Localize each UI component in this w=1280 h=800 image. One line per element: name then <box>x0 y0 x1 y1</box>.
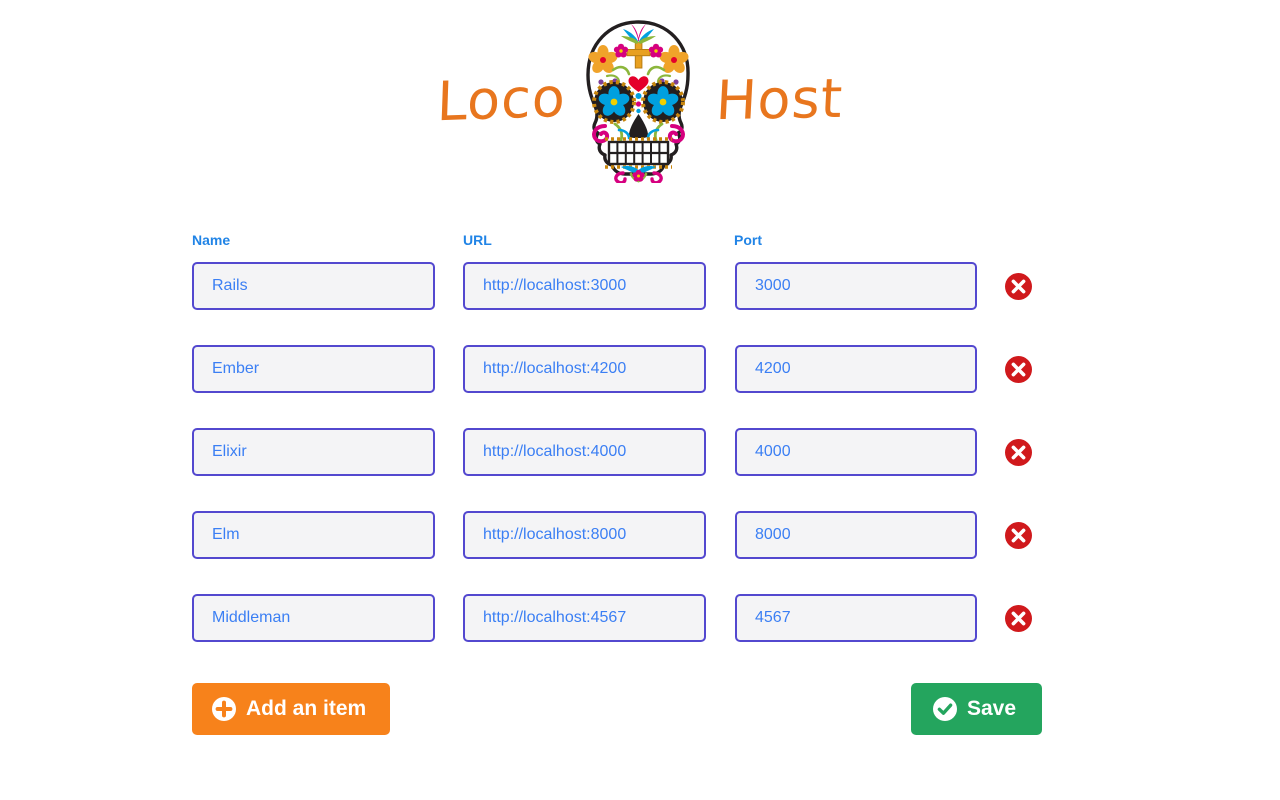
url-input[interactable] <box>463 345 706 393</box>
app-logo: Loco Host <box>0 0 1280 200</box>
check-circle-icon <box>932 697 957 721</box>
add-item-label: Add an item <box>246 697 367 720</box>
name-input[interactable] <box>192 345 435 393</box>
delete-circle-icon <box>1005 355 1032 383</box>
column-header-url: URL <box>463 232 492 248</box>
delete-circle-icon <box>1005 272 1032 300</box>
port-input[interactable] <box>735 428 977 476</box>
port-input[interactable] <box>735 345 977 393</box>
hosts-list <box>192 262 1092 642</box>
name-input[interactable] <box>192 594 435 642</box>
column-header-port: Port <box>734 232 762 248</box>
delete-row-button[interactable] <box>1005 438 1032 466</box>
delete-row-button[interactable] <box>1005 604 1032 632</box>
name-input[interactable] <box>192 511 435 559</box>
save-label: Save <box>966 697 1016 720</box>
delete-row-button[interactable] <box>1005 272 1032 300</box>
app-root: Loco Host Name URL Port Rails http://loc… <box>0 0 1280 800</box>
logo-text-loco: Loco <box>435 65 567 134</box>
url-input[interactable] <box>463 262 706 310</box>
column-header-name: Name <box>192 232 231 248</box>
plus-circle-icon <box>212 697 236 721</box>
delete-circle-icon <box>1005 438 1032 466</box>
delete-row-button[interactable] <box>1005 355 1032 383</box>
form-actions: Add an item Save <box>192 683 1042 735</box>
delete-circle-icon <box>1005 521 1032 549</box>
table-row <box>192 262 1092 310</box>
delete-row-button[interactable] <box>1005 521 1032 549</box>
table-row <box>192 511 1092 559</box>
column-headers: Name URL Port <box>192 218 1092 248</box>
table-row <box>192 428 1092 476</box>
name-input[interactable] <box>192 262 435 310</box>
port-input[interactable] <box>735 594 977 642</box>
logo-text-host: Host <box>714 66 846 133</box>
table-row <box>192 345 1092 393</box>
table-row <box>192 594 1092 642</box>
add-item-button[interactable]: Add an item <box>192 683 391 735</box>
url-input[interactable] <box>463 428 706 476</box>
url-input[interactable] <box>463 594 706 642</box>
sugar-skull-icon <box>571 18 706 183</box>
url-input[interactable] <box>463 511 706 559</box>
port-input[interactable] <box>735 262 977 310</box>
save-button[interactable]: Save <box>910 683 1042 735</box>
port-input[interactable] <box>735 511 977 559</box>
delete-circle-icon <box>1005 604 1032 632</box>
hosts-form: Name URL Port <box>192 218 1092 677</box>
name-input[interactable] <box>192 428 435 476</box>
